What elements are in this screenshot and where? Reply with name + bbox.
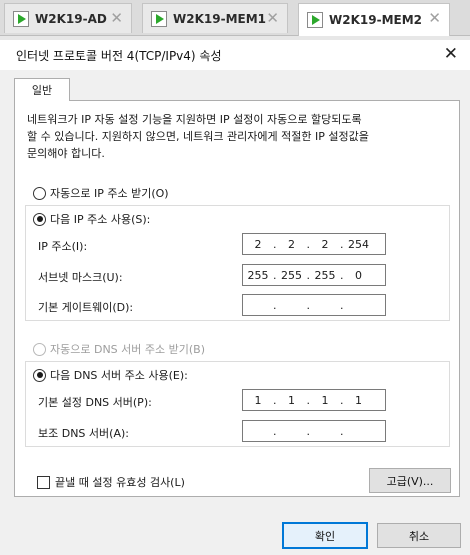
dialog-title: 인터넷 프로토콜 버전 4(TCP/IPv4) 속성 [16, 48, 222, 63]
vm-tab-w2k19-mem1[interactable]: W2K19-MEM1 ✕ [142, 3, 288, 33]
radio-auto-ip[interactable]: 자동으로 IP 주소 받기(O) [33, 185, 169, 201]
radio-auto-dns-label: 자동으로 DNS 서버 주소 받기(B) [50, 343, 205, 356]
radio-dot [33, 186, 46, 200]
octet: 0 [355, 268, 362, 282]
dialog-title-bar: 인터넷 프로토콜 버전 4(TCP/IPv4) 속성 [0, 40, 470, 70]
checkbox-box [37, 475, 50, 489]
octet: 255 [281, 268, 302, 282]
radio-auto-dns: 자동으로 DNS 서버 주소 받기(B) [33, 341, 205, 357]
ip-address-label: IP 주소(I): [38, 240, 88, 253]
subnet-mask-label: 서브넷 마스크(U): [38, 271, 123, 284]
validate-on-exit-label: 끝낼 때 설정 유효성 검사(L) [55, 476, 185, 489]
vm-tab-label: W2K19-AD [35, 11, 107, 26]
dialog-body: 일반 네트워크가 IP 자동 설정 기능을 지원하면 IP 설정이 자동으로 할… [0, 70, 470, 555]
octet: 1 [254, 393, 262, 407]
subnet-mask-field[interactable]: 255. 255. 255. 0 [242, 264, 386, 286]
radio-manual-ip-label: 다음 IP 주소 사용(S): [50, 213, 151, 226]
octet: 254 [348, 237, 369, 251]
vm-running-icon [307, 12, 323, 28]
radio-manual-ip[interactable]: 다음 IP 주소 사용(S): [33, 211, 150, 227]
advanced-button-label: 고급(V)... [386, 474, 434, 488]
alternate-dns-field[interactable]: . . . [242, 420, 386, 442]
octet: 1 [321, 393, 329, 407]
ok-button-label: 확인 [314, 529, 336, 543]
octet: 2 [321, 237, 329, 251]
tab-label: 일반 [31, 84, 53, 97]
close-icon[interactable]: ✕ [110, 9, 123, 27]
radio-manual-dns[interactable]: 다음 DNS 서버 주소 사용(E): [33, 367, 188, 383]
preferred-dns-label: 기본 설정 DNS 서버(P): [38, 396, 152, 409]
cancel-button-label: 취소 [408, 529, 430, 543]
octet: 255 [314, 268, 336, 282]
manual-ip-group: 다음 IP 주소 사용(S): IP 주소(I): 2. 2. 2. 254 서… [25, 205, 450, 321]
close-icon[interactable]: ✕ [444, 44, 458, 64]
radio-dot-selected [33, 212, 46, 226]
gateway-field[interactable]: . . . [242, 294, 386, 316]
octet: 1 [288, 393, 295, 407]
radio-dot [33, 342, 46, 356]
vm-running-icon [151, 10, 167, 27]
ip-address-field[interactable]: 2. 2. 2. 254 [242, 233, 386, 255]
radio-dot-selected [33, 368, 46, 382]
vm-tab-w2k19-mem2[interactable]: W2K19-MEM2 ✕ [298, 3, 450, 36]
gateway-label: 기본 게이트웨이(D): [38, 301, 134, 314]
close-icon[interactable]: ✕ [428, 9, 441, 27]
validate-on-exit-checkbox[interactable]: 끝낼 때 설정 유효성 검사(L) [37, 474, 185, 490]
tab-general[interactable]: 일반 [14, 78, 70, 101]
ok-button[interactable]: 확인 [282, 522, 368, 549]
radio-manual-dns-label: 다음 DNS 서버 주소 사용(E): [50, 369, 188, 382]
octet: 1 [355, 393, 362, 407]
octet: 2 [254, 237, 262, 251]
description-line: 네트워크가 IP 자동 설정 기능을 지원하면 IP 설정이 자동으로 할당되도… [27, 113, 362, 126]
close-icon[interactable]: ✕ [266, 9, 279, 27]
vm-tab-bar: W2K19-AD ✕ W2K19-MEM1 ✕ W2K19-MEM2 ✕ [0, 0, 470, 36]
vm-running-icon [13, 10, 29, 27]
advanced-button[interactable]: 고급(V)... [369, 468, 451, 493]
octet: 2 [288, 237, 295, 251]
vm-tab-w2k19-ad[interactable]: W2K19-AD ✕ [4, 3, 132, 33]
radio-auto-ip-label: 자동으로 IP 주소 받기(O) [50, 187, 169, 200]
octet: 255 [247, 268, 269, 282]
description-line: 할 수 있습니다. 지원하지 않으면, 네트워크 관리자에게 적절한 IP 설정… [27, 130, 369, 143]
vm-tab-label: W2K19-MEM2 [329, 13, 422, 27]
general-panel: 네트워크가 IP 자동 설정 기능을 지원하면 IP 설정이 자동으로 할당되도… [14, 100, 460, 497]
preferred-dns-field[interactable]: 1. 1. 1. 1 [242, 389, 386, 411]
vm-tab-label: W2K19-MEM1 [173, 11, 266, 26]
alternate-dns-label: 보조 DNS 서버(A): [38, 427, 129, 440]
cancel-button[interactable]: 취소 [377, 523, 461, 548]
description-line: 문의해야 합니다. [27, 147, 105, 160]
description-text: 네트워크가 IP 자동 설정 기능을 지원하면 IP 설정이 자동으로 할당되도… [27, 111, 452, 162]
manual-dns-group: 다음 DNS 서버 주소 사용(E): 기본 설정 DNS 서버(P): 1. … [25, 361, 450, 447]
